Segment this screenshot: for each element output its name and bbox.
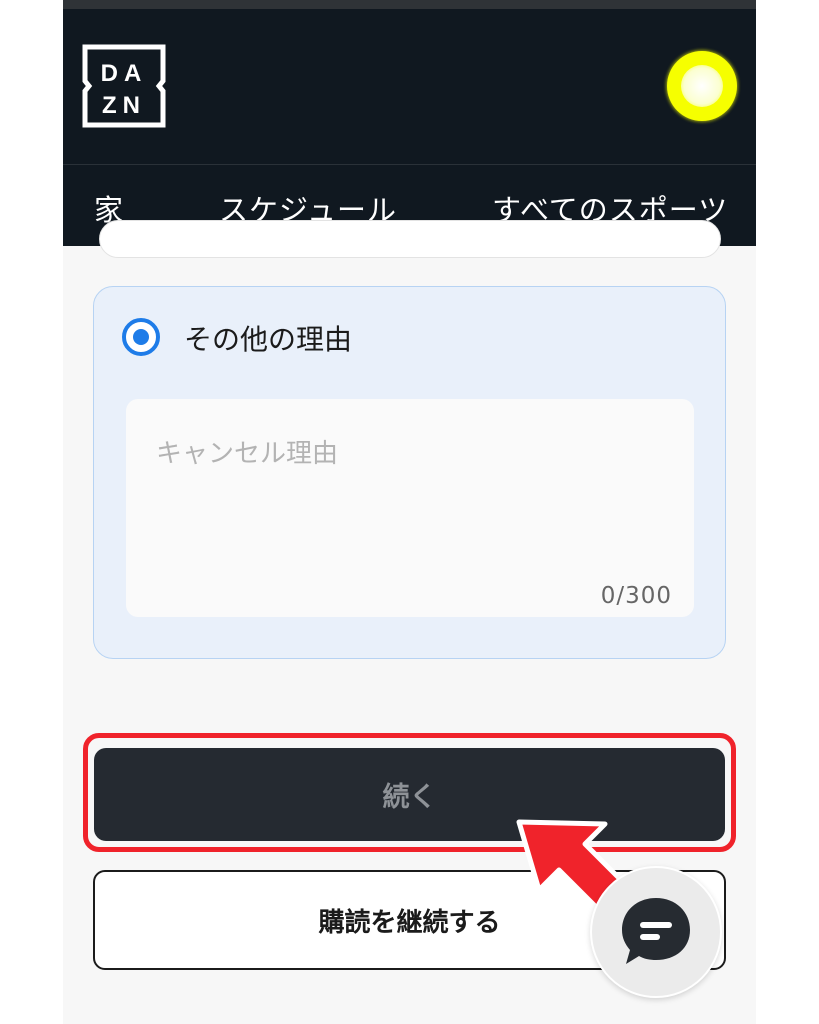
logo-frame: DA ZN <box>82 44 166 128</box>
logo-text-bottom: ZN <box>102 92 146 119</box>
header: DA ZN 家 スケジュール すべてのスポーツ <box>63 0 756 246</box>
radio-selected-dot <box>133 329 149 345</box>
other-reason-card[interactable]: その他の理由 0/300 <box>93 286 726 659</box>
chat-bubble-icon <box>622 898 690 964</box>
status-strip <box>63 0 756 9</box>
previous-option-card <box>99 220 721 258</box>
user-avatar-icon[interactable] <box>667 51 737 121</box>
dazn-logo[interactable]: DA ZN <box>81 43 167 129</box>
app-screen: DA ZN 家 スケジュール すべてのスポーツ その他の理由 0/300 続く … <box>63 0 756 1024</box>
avatar-glow <box>681 65 723 107</box>
char-counter: 0/300 <box>600 583 672 609</box>
logo-text-top: DA <box>101 60 148 87</box>
other-reason-radio[interactable] <box>122 318 160 356</box>
other-reason-label: その他の理由 <box>184 323 353 356</box>
chat-button[interactable] <box>590 866 722 998</box>
